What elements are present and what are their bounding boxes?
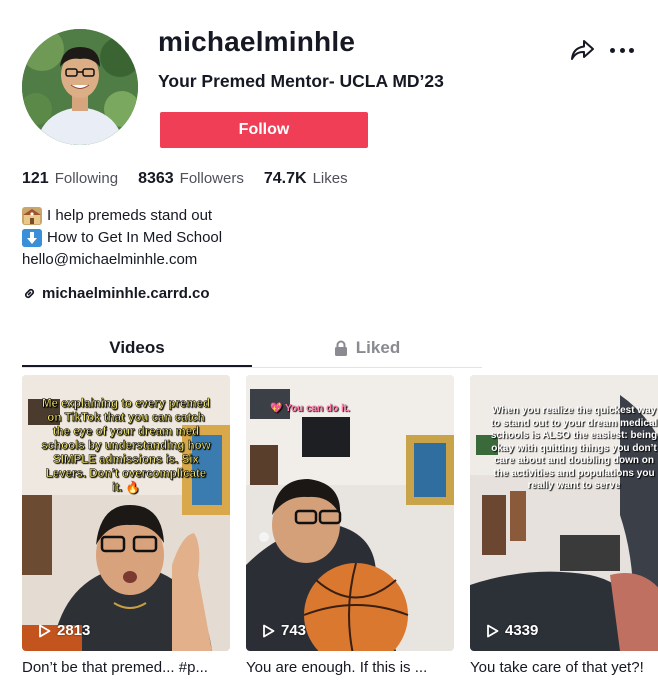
profile-subtitle: Your Premed Mentor- UCLA MD’23 (158, 71, 444, 91)
bio-line-2: How to Get In Med School (22, 227, 222, 249)
video-overlay-text: Me explaining to every premed on TikTok … (41, 398, 211, 495)
stat-followers-label: Followers (179, 170, 244, 187)
bio-email: hello@michaelminhle.com (22, 251, 198, 268)
video-card[interactable]: When you realize the quickest way to sta… (470, 375, 658, 676)
share-icon[interactable] (569, 38, 595, 62)
stat-following[interactable]: 121 Following (22, 170, 118, 188)
tab-liked[interactable]: Liked (252, 330, 482, 366)
video-views-count: 743 (281, 622, 307, 639)
lock-icon (334, 340, 347, 356)
stat-followers[interactable]: 8363 Followers (138, 170, 244, 188)
more-dot (629, 47, 634, 53)
more-options-icon[interactable] (610, 40, 634, 60)
tab-videos-label: Videos (109, 337, 165, 357)
profile-stats: 121 Following 8363 Followers 74.7K Likes (22, 170, 368, 188)
video-thumbnail[interactable]: 💖 You can do it. 743 (246, 375, 454, 651)
video-caption[interactable]: You take care of that yet?! (470, 659, 658, 676)
play-icon (487, 624, 499, 637)
bio-text-1: I help premeds stand out (47, 207, 213, 224)
video-views-count: 2813 (57, 622, 91, 639)
video-caption[interactable]: Don’t be that premed... #p... (22, 659, 230, 676)
profile-link[interactable]: michaelminhle.carrd.co (22, 285, 210, 302)
tab-liked-label: Liked (355, 338, 401, 357)
play-icon (39, 624, 51, 637)
video-views: 743 (262, 622, 306, 639)
tab-videos[interactable]: Videos (22, 330, 252, 367)
bio-line-1: I help premeds stand out (22, 205, 222, 227)
more-dot (619, 47, 625, 53)
stat-likes-label: Likes (312, 170, 348, 187)
video-overlay-text: 💖 You can do it. (270, 403, 350, 414)
profile-avatar[interactable] (22, 29, 138, 145)
stat-likes-count: 74.7K (263, 170, 307, 187)
video-views-count: 4339 (505, 622, 539, 639)
profile-tabs: Videos Liked (22, 330, 482, 368)
profile-username: michaelminhle (158, 26, 356, 57)
video-overlay-text: When you realize the quickest way to sta… (490, 405, 658, 491)
play-icon (263, 624, 275, 637)
profile-link-text: michaelminhle.carrd.co (42, 285, 210, 302)
stat-followers-count: 8363 (138, 170, 174, 187)
more-dot (610, 47, 615, 53)
school-emoji-icon (22, 207, 42, 225)
stat-following-label: Following (54, 170, 119, 187)
video-caption[interactable]: You are enough. If this is ... (246, 659, 454, 676)
stat-likes: 74.7K Likes (264, 170, 348, 188)
video-views: 2813 (38, 622, 90, 639)
video-card[interactable]: Me explaining to every premed on TikTok … (22, 375, 230, 676)
video-thumbnail[interactable]: When you realize the quickest way to sta… (470, 375, 658, 651)
link-icon (24, 288, 35, 299)
video-views: 4339 (486, 622, 538, 639)
bio-line-3: hello@michaelminhle.com (22, 249, 222, 271)
stat-following-count: 121 (22, 170, 49, 187)
down-arrow-emoji-icon (22, 229, 42, 247)
video-card[interactable]: 💖 You can do it. 743 You are enough. If … (246, 375, 454, 676)
follow-button[interactable]: Follow (160, 112, 368, 148)
video-thumbnail[interactable]: Me explaining to every premed on TikTok … (22, 375, 230, 651)
bio-text-2: How to Get In Med School (47, 229, 223, 246)
profile-bio: I help premeds stand out How to Get In M… (22, 205, 222, 271)
